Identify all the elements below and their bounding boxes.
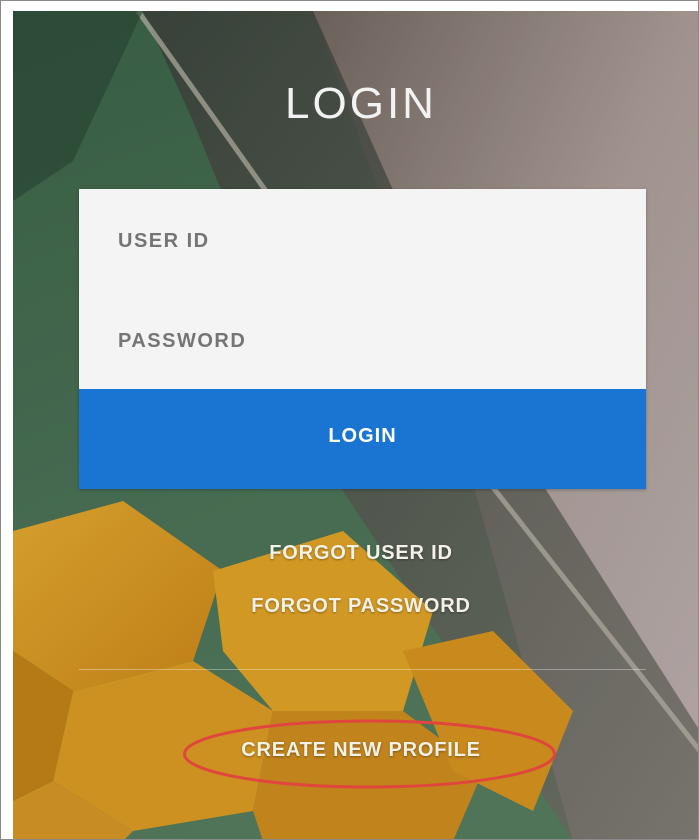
login-title: LOGIN	[285, 79, 437, 128]
create-new-profile-link[interactable]: CREATE NEW PROFILE	[1, 739, 698, 762]
screenshot-frame: LOGIN LOGIN FORGOT USER ID FORGOT PASSWO…	[0, 0, 699, 840]
forgot-password-link[interactable]: FORGOT PASSWORD	[1, 595, 698, 618]
login-card: LOGIN	[79, 189, 646, 489]
login-button[interactable]: LOGIN	[79, 389, 646, 489]
user-id-input[interactable]	[79, 192, 646, 290]
forgot-user-id-link[interactable]: FORGOT USER ID	[1, 542, 698, 565]
divider	[79, 669, 646, 670]
password-input[interactable]	[79, 292, 646, 390]
